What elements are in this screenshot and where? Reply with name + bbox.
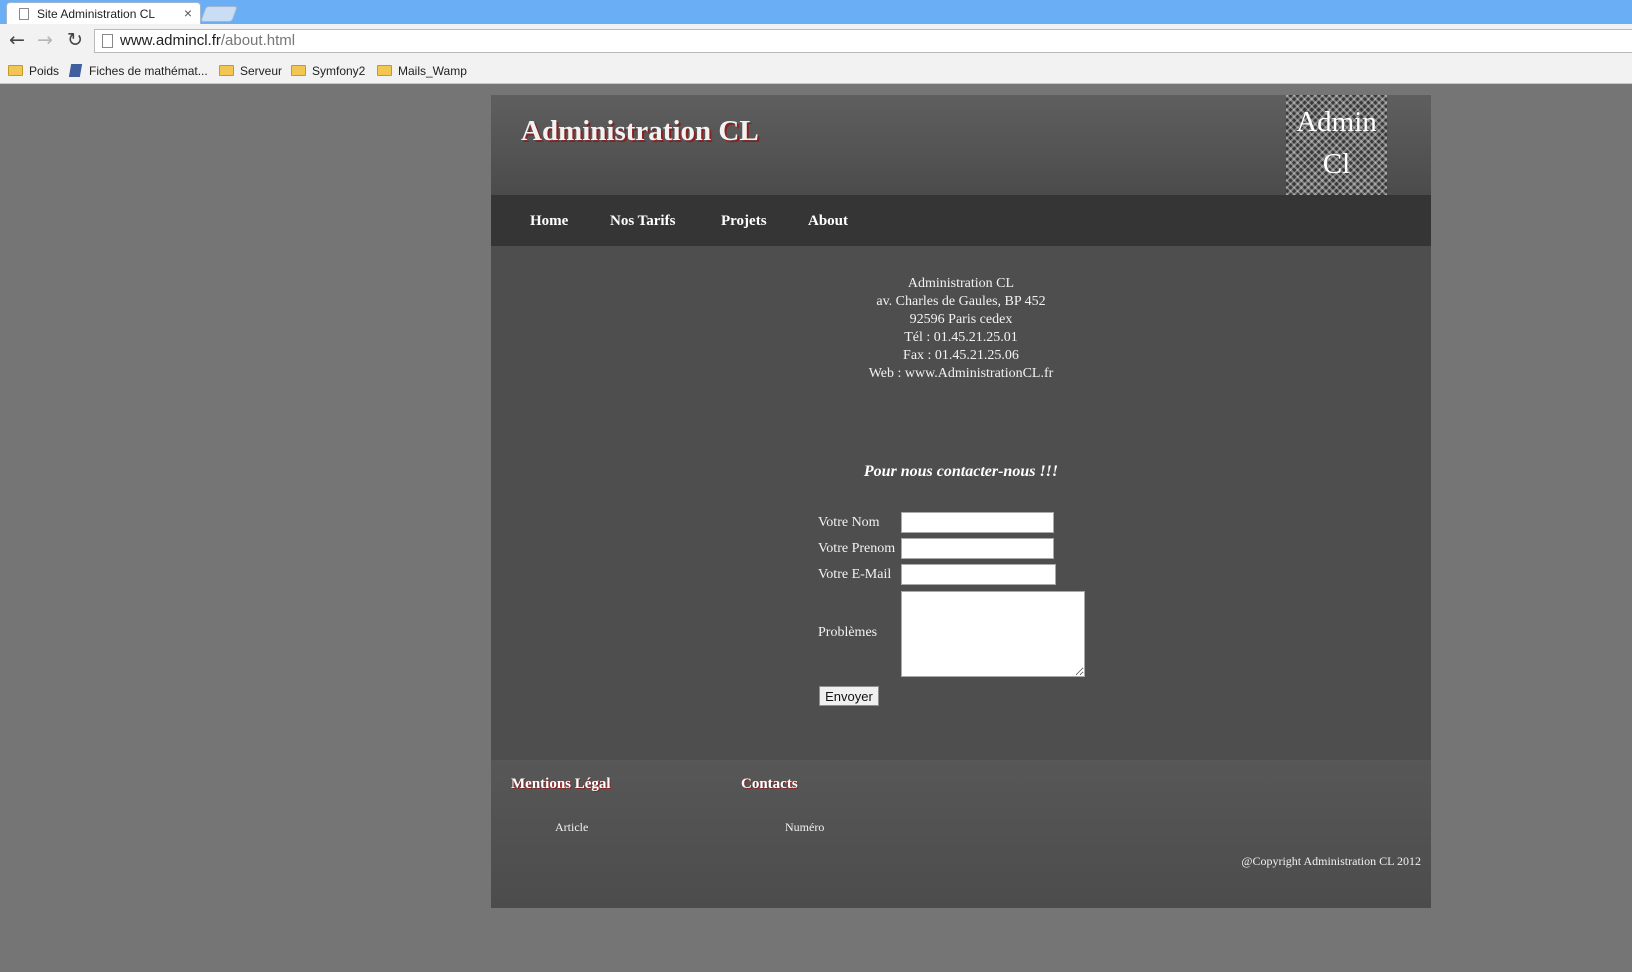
- site-footer: Mentions Légal Article Contacts Numéro @…: [491, 760, 1431, 908]
- street: av. Charles de Gaules, BP 452: [876, 294, 1046, 309]
- site-title: Administration CL: [521, 115, 759, 147]
- bookmark-serveur[interactable]: Serveur: [219, 63, 282, 79]
- bookmarks-bar: Poids Fiches de mathémat... Serveur Symf…: [0, 58, 1632, 84]
- url-text: www.admincl.fr/about.html: [120, 32, 296, 49]
- folder-icon: [219, 65, 234, 76]
- browser-tab-bar: Site Administration CL ×: [0, 0, 1632, 25]
- envoyer-button[interactable]: Envoyer: [819, 686, 879, 706]
- folder-icon: [377, 65, 392, 76]
- nav-projets[interactable]: Projets: [721, 213, 767, 230]
- new-tab-button[interactable]: [200, 6, 238, 22]
- nav-home[interactable]: Home: [530, 213, 568, 230]
- city: 92596 Paris cedex: [909, 312, 1013, 327]
- copyright-text: @Copyright Administration CL 2012: [1241, 854, 1421, 868]
- website: Web : www.AdministrationCL.fr: [868, 366, 1054, 381]
- browser-toolbar: ← → ↻ www.admincl.fr/about.html: [0, 24, 1632, 58]
- problemes-label: Problèmes: [818, 625, 878, 640]
- nom-label: Votre Nom: [818, 515, 880, 530]
- bookmark-symfony2[interactable]: Symfony2: [291, 63, 365, 79]
- article-link[interactable]: Article: [555, 820, 588, 835]
- nom-input[interactable]: [901, 512, 1054, 533]
- bookmark-poids[interactable]: Poids: [8, 63, 59, 79]
- phone: Tél : 01.45.21.25.01: [904, 330, 1018, 345]
- nav-about[interactable]: About: [808, 213, 848, 230]
- site-header: Administration CL Admin Cl: [491, 95, 1431, 195]
- address-bar[interactable]: www.admincl.fr/about.html: [94, 29, 1632, 53]
- email-input[interactable]: [901, 564, 1056, 585]
- forward-arrow-icon[interactable]: →: [34, 29, 56, 51]
- folder-icon: [291, 65, 306, 76]
- bookmark-mails-wamp[interactable]: Mails_Wamp: [377, 63, 467, 79]
- bookmark-fiches-de-mathematiques[interactable]: Fiches de mathémat...: [68, 63, 208, 79]
- mentions-legal-heading: Mentions Légal: [511, 776, 611, 792]
- main-nav: Home Nos Tarifs Projets About: [491, 195, 1431, 246]
- site-container: Administration CL Admin Cl Home Nos Tari…: [491, 95, 1431, 908]
- back-arrow-icon[interactable]: ←: [6, 29, 28, 51]
- page-icon: [19, 8, 29, 20]
- logo: Admin Cl: [1286, 95, 1387, 195]
- browser-tab[interactable]: Site Administration CL ×: [6, 2, 201, 25]
- close-icon[interactable]: ×: [184, 5, 192, 21]
- prenom-input[interactable]: [901, 538, 1054, 559]
- company-address: Administration CL av. Charles de Gaules,…: [491, 275, 1431, 383]
- page-icon: [102, 34, 113, 48]
- contact-heading: Pour nous contacter-nous !!!: [863, 463, 1059, 480]
- fax: Fax : 01.45.21.25.06: [903, 348, 1019, 363]
- numero-link[interactable]: Numéro: [785, 820, 824, 835]
- reload-icon[interactable]: ↻: [64, 29, 86, 51]
- nav-nos-tarifs[interactable]: Nos Tarifs: [610, 213, 675, 230]
- book-icon: [68, 64, 83, 77]
- problemes-textarea[interactable]: [901, 591, 1085, 677]
- folder-icon: [8, 65, 23, 76]
- tab-title: Site Administration CL: [37, 7, 156, 21]
- company-name: Administration CL: [907, 276, 1015, 291]
- email-label: Votre E-Mail: [818, 567, 892, 582]
- contacts-heading: Contacts: [741, 776, 798, 792]
- prenom-label: Votre Prenom: [818, 541, 896, 556]
